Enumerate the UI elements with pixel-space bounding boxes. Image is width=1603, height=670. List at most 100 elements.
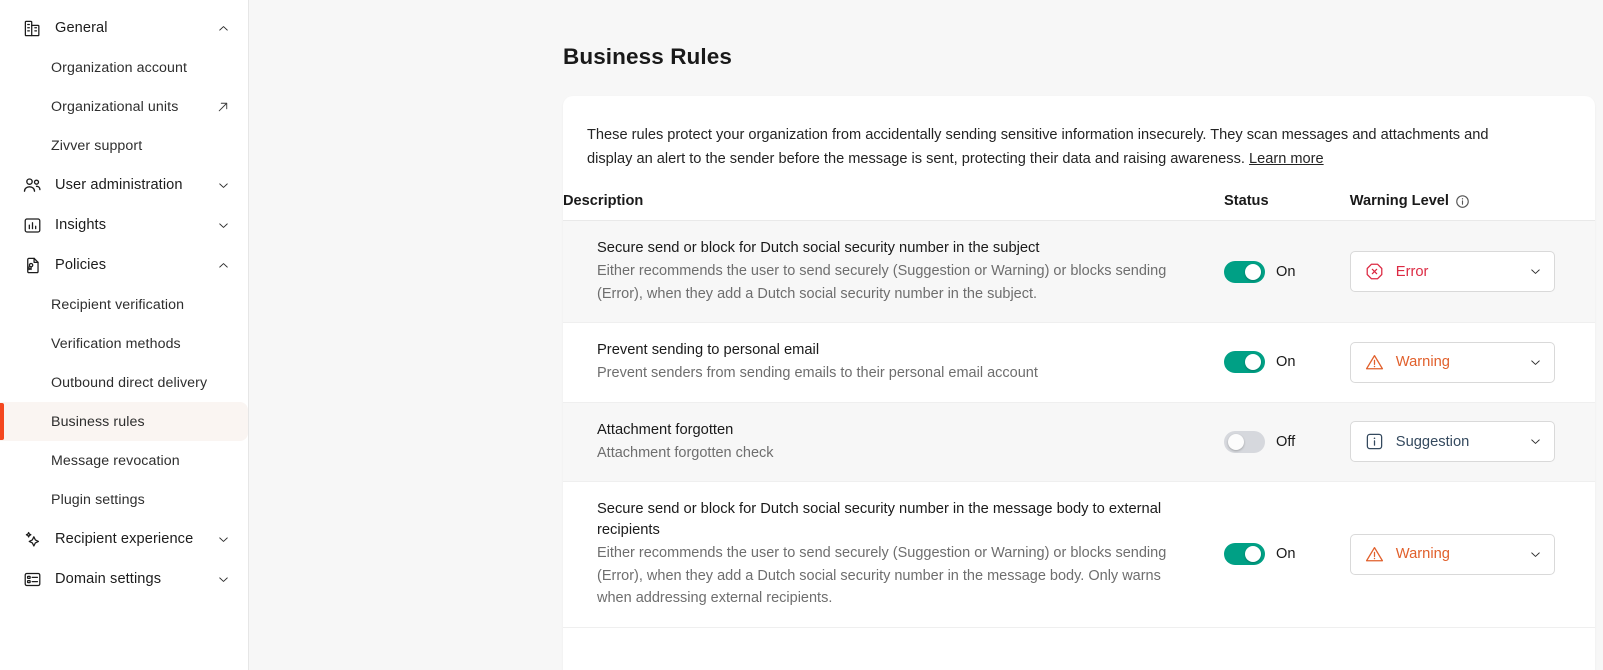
sidebar-item-organizational-units[interactable]: Organizational units: [0, 87, 248, 126]
sidebar-group-insights: Insights: [0, 205, 248, 245]
rule-subtitle: Either recommends the user to send secur…: [597, 545, 1167, 606]
rule-subtitle: Either recommends the user to send secur…: [597, 263, 1167, 302]
learn-more-link[interactable]: Learn more: [1249, 151, 1324, 167]
toggle-knob: [1244, 263, 1261, 280]
sidebar-item-business-rules[interactable]: Business rules: [0, 402, 248, 441]
rule-status-cell: On: [1223, 481, 1350, 628]
warning-level-value: Warning: [1395, 546, 1450, 563]
rule-status-cell: On: [1223, 322, 1350, 403]
rule-description-cell: Secure send or block for Dutch social se…: [563, 481, 1224, 628]
sidebar-item-label: Organization account: [51, 59, 188, 76]
rule-subtitle: Attachment forgotten check: [597, 444, 774, 461]
chevron-up-icon[interactable]: [216, 21, 230, 35]
status-toggle[interactable]: [1223, 260, 1265, 283]
column-header-warning-level: Warning Level: [1349, 193, 1595, 221]
chevron-up-icon[interactable]: [216, 258, 230, 272]
sidebar-group-label: Policies: [55, 257, 107, 273]
app-root: General Organization account Organizationa…: [0, 0, 1603, 670]
main-content: Business Rules These rules protect your …: [249, 0, 1603, 670]
sidebar-group-header-insights[interactable]: Insights: [0, 205, 248, 245]
warning-triangle-icon: [1365, 545, 1384, 564]
rules-table: Description Status Warning Level Secure …: [563, 193, 1595, 628]
sidebar-item-label: Recipient verification: [51, 296, 185, 313]
column-header-status: Status: [1223, 193, 1350, 221]
sidebar-item-outbound-direct-delivery[interactable]: Outbound direct delivery: [0, 363, 248, 402]
sidebar-group-header-user-administration[interactable]: User administration: [0, 165, 248, 205]
rule-title: Secure send or block for Dutch social se…: [597, 501, 1162, 538]
table-row: Prevent sending to personal email Preven…: [563, 322, 1595, 403]
chart-icon: [22, 215, 42, 235]
sidebar: General Organization account Organizationa…: [0, 0, 249, 670]
table-row: Secure send or block for Dutch social se…: [563, 481, 1595, 628]
sidebar-item-recipient-verification[interactable]: Recipient verification: [0, 285, 248, 324]
sidebar-item-label: Plugin settings: [51, 491, 145, 508]
rule-description-cell: Prevent sending to personal email Preven…: [563, 322, 1224, 403]
sidebar-group-label: Insights: [55, 217, 107, 233]
rule-warning-level-cell: Suggestion: [1349, 402, 1595, 482]
page-title: Business Rules: [563, 44, 732, 69]
column-header-description: Description: [563, 193, 1224, 221]
sidebar-group-header-policies[interactable]: Policies: [0, 245, 248, 285]
status-label: On: [1275, 546, 1296, 563]
table-row: Secure send or block for Dutch social se…: [563, 220, 1595, 323]
sidebar-item-plugin-settings[interactable]: Plugin settings: [0, 480, 248, 519]
status-toggle[interactable]: [1223, 543, 1265, 566]
sidebar-item-label: Message revocation: [51, 452, 180, 469]
rule-description-cell: Attachment forgotten Attachment forgotte…: [563, 402, 1224, 482]
rule-warning-level-cell: Error: [1349, 220, 1595, 323]
sidebar-item-label: Organizational units: [51, 98, 179, 115]
column-header-description-label: Description: [563, 193, 644, 209]
status-toggle[interactable]: [1223, 351, 1265, 374]
sidebar-item-message-revocation[interactable]: Message revocation: [0, 441, 248, 480]
business-rules-card: These rules protect your organization fr…: [563, 96, 1595, 670]
sidebar-group-header-general[interactable]: General: [0, 8, 248, 48]
rule-description-cell: Secure send or block for Dutch social se…: [563, 220, 1224, 323]
column-header-status-label: Status: [1223, 193, 1269, 209]
chevron-down-icon[interactable]: [216, 178, 230, 192]
rule-subtitle: Prevent senders from sending emails to t…: [597, 365, 1038, 381]
status-label: On: [1275, 263, 1296, 280]
rule-warning-level-cell: Warning: [1349, 322, 1595, 403]
sidebar-group-label: General: [55, 20, 108, 36]
warning-level-select[interactable]: Error: [1349, 251, 1555, 292]
toggle-knob: [1227, 433, 1244, 450]
chevron-down-icon[interactable]: [216, 572, 230, 586]
chevron-down-icon[interactable]: [216, 532, 230, 546]
error-octagon-icon: [1365, 262, 1384, 281]
sidebar-group-header-domain-settings[interactable]: Domain settings: [0, 559, 248, 599]
warning-triangle-icon: [1365, 353, 1384, 372]
status-toggle[interactable]: [1223, 430, 1265, 453]
info-circle-icon[interactable]: [1455, 194, 1470, 209]
chevron-down-icon[interactable]: [1529, 265, 1543, 279]
sidebar-item-verification-methods[interactable]: Verification methods: [0, 324, 248, 363]
chevron-down-icon[interactable]: [1529, 435, 1543, 449]
status-label: Off: [1275, 433, 1296, 450]
sidebar-item-zivver-support[interactable]: Zivver support: [0, 126, 248, 165]
chevron-down-icon[interactable]: [1529, 547, 1543, 561]
building-icon: [22, 18, 42, 38]
table-row: Attachment forgotten Attachment forgotte…: [563, 402, 1595, 482]
sidebar-item-label: Verification methods: [51, 335, 181, 352]
warning-level-select[interactable]: Suggestion: [1349, 421, 1555, 463]
warning-level-value: Error: [1395, 263, 1429, 280]
rule-title: Attachment forgotten: [597, 421, 734, 438]
domain-list-icon: [22, 569, 42, 589]
warning-level-select[interactable]: Warning: [1349, 533, 1555, 575]
chevron-down-icon[interactable]: [1529, 355, 1543, 369]
sidebar-group-policies: Policies Recipient verification Verificati…: [0, 245, 248, 519]
status-label: On: [1275, 354, 1296, 371]
users-icon: [22, 175, 42, 195]
rule-title: Secure send or block for Dutch social se…: [597, 240, 1040, 256]
sidebar-item-label: Business rules: [51, 413, 145, 430]
sidebar-group-user-administration: User administration: [0, 165, 248, 205]
toggle-knob: [1244, 354, 1261, 371]
rules-table-head: Description Status Warning Level: [563, 193, 1595, 221]
chevron-down-icon[interactable]: [216, 218, 230, 232]
warning-level-select[interactable]: Warning: [1349, 341, 1555, 383]
rule-status-cell: Off: [1223, 402, 1350, 482]
sidebar-group-label: User administration: [55, 177, 183, 193]
sidebar-group-header-recipient-experience[interactable]: Recipient experience: [0, 519, 248, 559]
sidebar-group-domain-settings: Domain settings: [0, 559, 248, 599]
sidebar-item-label: Zivver support: [51, 137, 143, 154]
sidebar-item-organization-account[interactable]: Organization account: [0, 48, 248, 87]
